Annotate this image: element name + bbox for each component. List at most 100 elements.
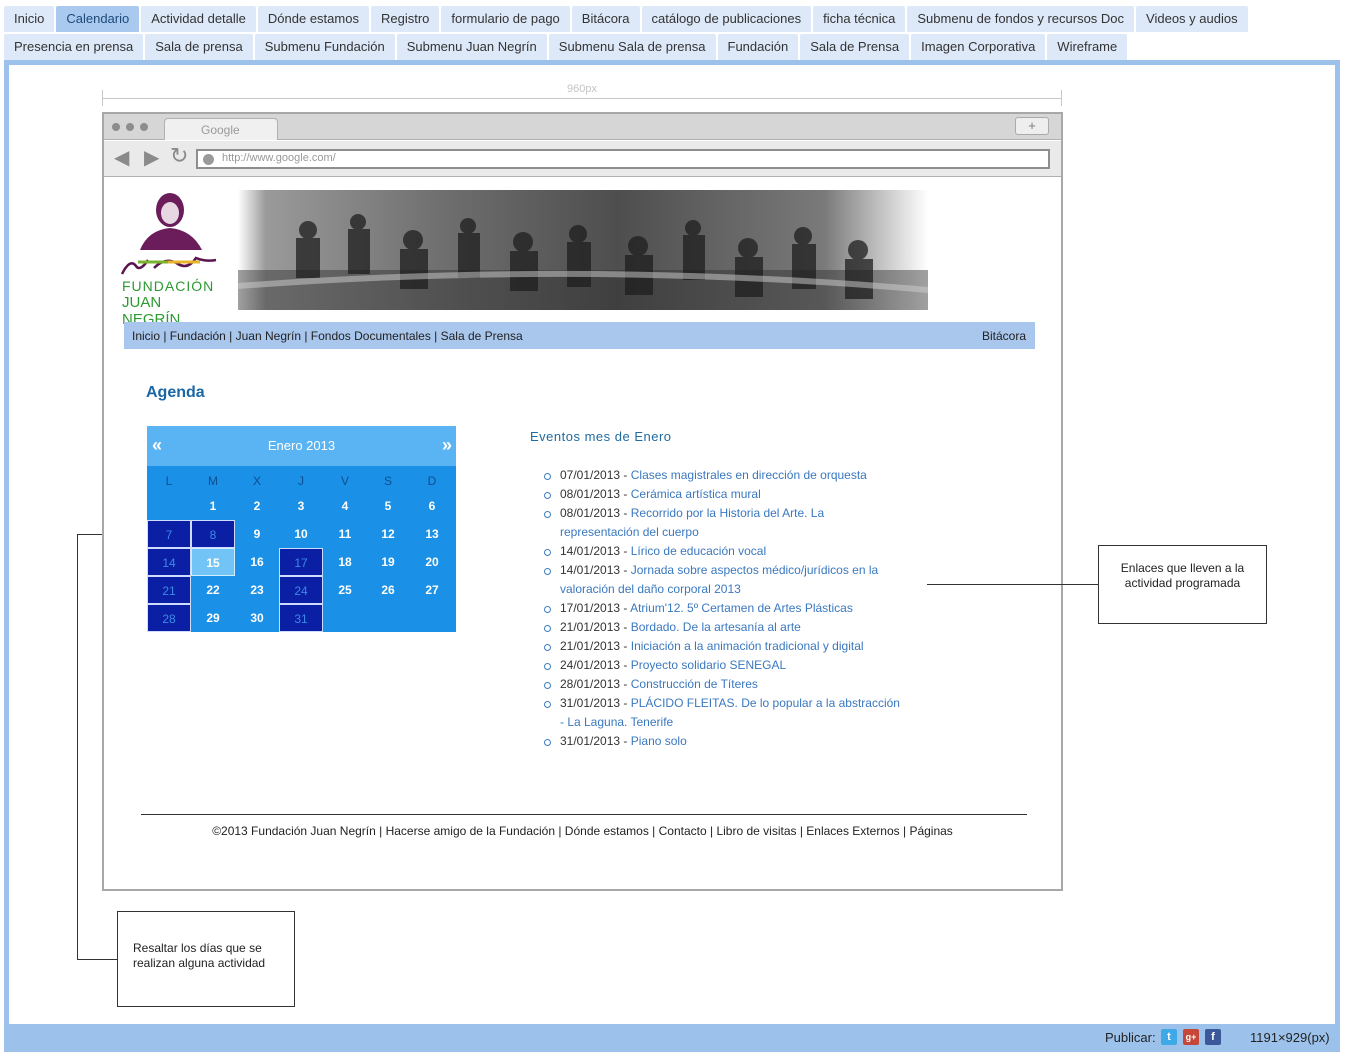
event-link[interactable]: Bordado. De la artesanía al arte (631, 620, 801, 634)
event-item: 07/01/2013 - Clases magistrales en direc… (544, 466, 904, 485)
calendar-day[interactable]: 15 (191, 548, 235, 576)
page-tab[interactable]: Submenu Sala de prensa (548, 34, 716, 60)
calendar-day[interactable]: 2 (235, 492, 279, 520)
event-link[interactable]: Lírico de educación vocal (631, 544, 766, 558)
facebook-icon[interactable]: f (1205, 1029, 1221, 1045)
new-tab-button[interactable]: + (1015, 117, 1049, 135)
page-tab[interactable]: Sala de prensa (145, 34, 253, 60)
annotation-highlight-note: Resaltar los días que se realizan alguna… (117, 911, 295, 1007)
weekday-label: J (298, 474, 304, 488)
weekday-label: D (427, 474, 437, 488)
calendar-day[interactable]: 13 (410, 520, 454, 548)
page-tab[interactable]: Calendario (56, 6, 140, 32)
site-footer[interactable]: ©2013 Fundación Juan Negrín | Hacerse am… (104, 824, 1061, 838)
page-tab[interactable]: Fundación (717, 34, 799, 60)
page-tab[interactable]: Videos y audios (1136, 6, 1248, 32)
page-dimensions: 1191×929(px) (1250, 1030, 1330, 1045)
calendar-day[interactable]: 1 (191, 492, 235, 520)
browser-title-bar: Google + (104, 114, 1061, 140)
event-item: 14/01/2013 - Jornada sobre aspectos médi… (544, 561, 904, 599)
event-date: 08/01/2013 - (560, 506, 628, 520)
calendar-day[interactable]: 12 (366, 520, 410, 548)
page-tab[interactable]: Bitácora (571, 6, 640, 32)
annotation-links-note: Enlaces que lleven a la actividad progra… (1098, 545, 1267, 624)
page-tab[interactable]: Dónde estamos (257, 6, 369, 32)
calendar-day[interactable]: 9 (235, 520, 279, 548)
twitter-icon[interactable]: t (1161, 1029, 1177, 1045)
calendar-day[interactable]: 24 (279, 576, 323, 604)
page-tab[interactable]: Submenu Fundación (254, 34, 395, 60)
width-ruler: 960px (102, 83, 1062, 106)
calendar-day[interactable]: 5 (366, 492, 410, 520)
calendar-day[interactable]: 8 (191, 520, 235, 548)
main-menu-links[interactable]: Inicio | Fundación | Juan Negrín | Fondo… (132, 329, 523, 343)
event-link[interactable]: Clases magistrales en dirección de orque… (631, 468, 867, 482)
calendar-day[interactable]: 30 (235, 604, 279, 632)
page-tab[interactable]: Actividad detalle (141, 6, 256, 32)
calendar-day[interactable]: 16 (235, 548, 279, 576)
page-tabs-row-1: Inicio Calendario Actividad detalle Dónde e… (4, 6, 1248, 32)
event-date: 17/01/2013 - (560, 601, 628, 615)
page-tab[interactable]: Registro (370, 6, 440, 32)
url-text: http://www.google.com/ (222, 152, 336, 164)
window-dot-icon (112, 123, 120, 131)
forward-icon[interactable]: ▶ (144, 148, 159, 168)
event-item: 31/01/2013 - PLÁCIDO FLEITAS. De lo popu… (544, 694, 904, 732)
event-item: 24/01/2013 - Proyecto solidario SENEGAL (544, 656, 904, 675)
page-tab[interactable]: Inicio (4, 6, 55, 32)
page-tab[interactable]: formulario de pago (441, 6, 570, 32)
calendar-day[interactable]: 19 (366, 548, 410, 576)
ruler-label: 960px (567, 83, 597, 95)
calendar-header: « Enero 2013 » (147, 426, 456, 466)
calendar-day[interactable]: 21 (147, 576, 191, 604)
page-tab[interactable]: Submenu de fondos y recursos Doc (907, 6, 1135, 32)
event-date: 21/01/2013 - (560, 639, 628, 653)
calendar-day[interactable]: 6 (410, 492, 454, 520)
back-icon[interactable]: ◀ (114, 148, 129, 168)
calendar-day[interactable]: 29 (191, 604, 235, 632)
page-tab[interactable]: Wireframe (1047, 34, 1128, 60)
calendar-day[interactable]: 10 (279, 520, 323, 548)
calendar-day[interactable]: 3 (279, 492, 323, 520)
event-date: 28/01/2013 - (560, 677, 628, 691)
calendar-day[interactable]: 20 (410, 548, 454, 576)
page-tab[interactable]: Imagen Corporativa (911, 34, 1046, 60)
calendar-day[interactable]: 27 (410, 576, 454, 604)
calendar-day[interactable]: 22 (191, 576, 235, 604)
calendar-day[interactable]: 7 (147, 520, 191, 548)
historic-photo-image (238, 214, 928, 310)
calendar-day[interactable]: 31 (279, 604, 323, 632)
weekday-label: V (340, 474, 349, 488)
browser-tab[interactable]: Google (164, 118, 278, 140)
weekday-label: X (252, 474, 261, 488)
annotation-connector (77, 534, 102, 535)
calendar-day[interactable]: 23 (235, 576, 279, 604)
calendar-day[interactable]: 14 (147, 548, 191, 576)
publish-label: Publicar: (1105, 1030, 1156, 1045)
weekday-label: L (165, 474, 173, 488)
event-link[interactable]: Construcción de Títeres (631, 677, 758, 691)
next-month-button[interactable]: » (442, 435, 452, 456)
reload-icon[interactable]: ↻ (170, 145, 188, 167)
calendar-day[interactable]: 28 (147, 604, 191, 632)
url-field[interactable]: http://www.google.com/ (196, 149, 1050, 169)
event-link[interactable]: Iniciación a la animación tradicional y … (631, 639, 864, 653)
site-logo[interactable]: FUNDACIÓN JUAN NEGRÍN (118, 188, 220, 328)
calendar-day[interactable]: 17 (279, 548, 323, 576)
page-tab[interactable]: Presencia en prensa (4, 34, 144, 60)
calendar-day[interactable]: 4 (323, 492, 367, 520)
bitacora-link[interactable]: Bitácora (982, 329, 1026, 343)
event-link[interactable]: Atrium'12. 5º Certamen de Artes Plástica… (630, 601, 853, 615)
google-plus-icon[interactable]: g+ (1183, 1029, 1199, 1045)
calendar-day[interactable]: 18 (323, 548, 367, 576)
calendar-day[interactable]: 26 (366, 576, 410, 604)
event-link[interactable]: Cerámica artística mural (631, 487, 761, 501)
page-tab[interactable]: ficha técnica (813, 6, 906, 32)
event-link[interactable]: Piano solo (631, 734, 687, 748)
page-tab[interactable]: catálogo de publicaciones (641, 6, 812, 32)
calendar-day[interactable]: 25 (323, 576, 367, 604)
event-link[interactable]: Proyecto solidario SENEGAL (631, 658, 786, 672)
calendar-day[interactable]: 11 (323, 520, 367, 548)
page-tab[interactable]: Sala de Prensa (800, 34, 910, 60)
page-tab[interactable]: Submenu Juan Negrín (396, 34, 547, 60)
